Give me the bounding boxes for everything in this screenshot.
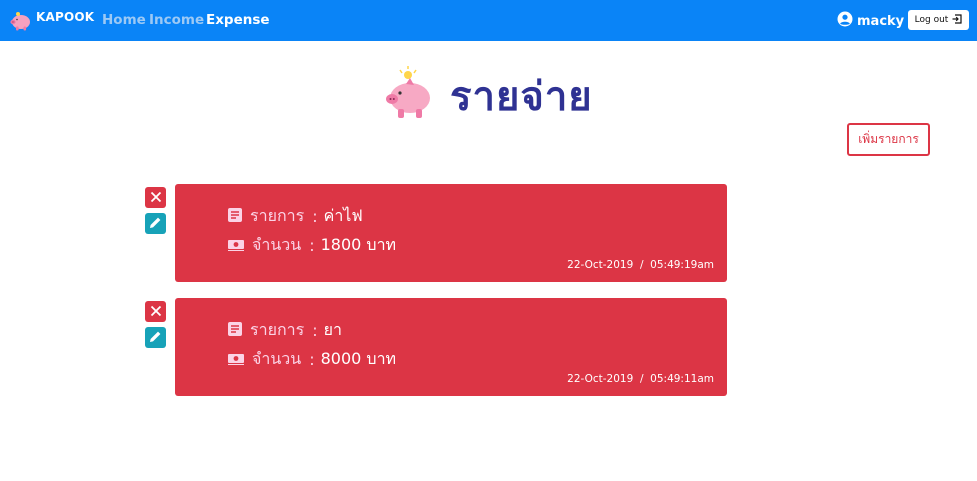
- item-label: รายการ: [250, 206, 305, 225]
- item-value: ยา: [323, 320, 342, 339]
- logout-label: Log out: [914, 15, 949, 25]
- navbar: KAPOOK Home Income Expense macky Log out: [0, 0, 977, 41]
- pencil-icon: [149, 328, 162, 347]
- amount-value: 8000 บาท: [320, 349, 397, 368]
- delete-button[interactable]: [145, 187, 166, 208]
- user-menu[interactable]: macky: [837, 11, 904, 31]
- delete-button[interactable]: [145, 301, 166, 322]
- timestamp: 22-Oct-2019 / 05:49:11am: [567, 373, 714, 385]
- date: 22-Oct-2019: [567, 373, 634, 385]
- amount-value: 1800 บาท: [320, 235, 397, 254]
- date: 22-Oct-2019: [567, 259, 634, 271]
- edit-button[interactable]: [145, 213, 166, 234]
- separator: :: [309, 350, 315, 369]
- page-header: รายจ่าย: [380, 66, 593, 126]
- item-row: รายการ : ค่าไฟ: [228, 204, 363, 229]
- item-value: ค่าไฟ: [323, 206, 363, 225]
- money-icon: [228, 236, 244, 255]
- close-icon: [150, 188, 162, 207]
- timestamp: 22-Oct-2019 / 05:49:19am: [567, 259, 714, 271]
- amount-row: จำนวน : 8000 บาท: [228, 347, 396, 372]
- nav-link-income[interactable]: Income: [149, 12, 204, 28]
- list-icon: [228, 321, 242, 340]
- separator: :: [312, 321, 318, 340]
- nav-link-home[interactable]: Home: [102, 12, 146, 28]
- money-icon: [228, 350, 244, 369]
- expense-card: รายการ : ยา จำนวน : 8000 บาท 22-Oct-2019…: [175, 298, 727, 396]
- add-item-button[interactable]: เพิ่มรายการ: [847, 123, 930, 156]
- piggy-bank-icon: [9, 8, 33, 32]
- brand-name: KAPOOK: [36, 10, 95, 24]
- item-label: รายการ: [250, 320, 305, 339]
- user-name: macky: [857, 13, 905, 29]
- logout-button[interactable]: Log out: [908, 10, 969, 30]
- brand[interactable]: KAPOOK: [9, 8, 94, 32]
- nav-link-expense[interactable]: Expense: [206, 12, 270, 28]
- time: 05:49:19am: [650, 259, 714, 271]
- piggy-bank-icon: [380, 66, 436, 126]
- list-icon: [228, 207, 242, 226]
- user-circle-icon: [837, 11, 853, 31]
- item-row: รายการ : ยา: [228, 318, 342, 343]
- time: 05:49:11am: [650, 373, 714, 385]
- expense-card: รายการ : ค่าไฟ จำนวน : 1800 บาท 22-Oct-2…: [175, 184, 727, 282]
- separator: :: [312, 207, 318, 226]
- amount-label: จำนวน: [252, 235, 302, 254]
- logout-icon: [948, 13, 962, 27]
- close-icon: [150, 302, 162, 321]
- amount-label: จำนวน: [252, 349, 302, 368]
- pencil-icon: [149, 214, 162, 233]
- page-title: รายจ่าย: [450, 74, 593, 120]
- amount-row: จำนวน : 1800 บาท: [228, 233, 396, 258]
- separator: :: [309, 236, 315, 255]
- edit-button[interactable]: [145, 327, 166, 348]
